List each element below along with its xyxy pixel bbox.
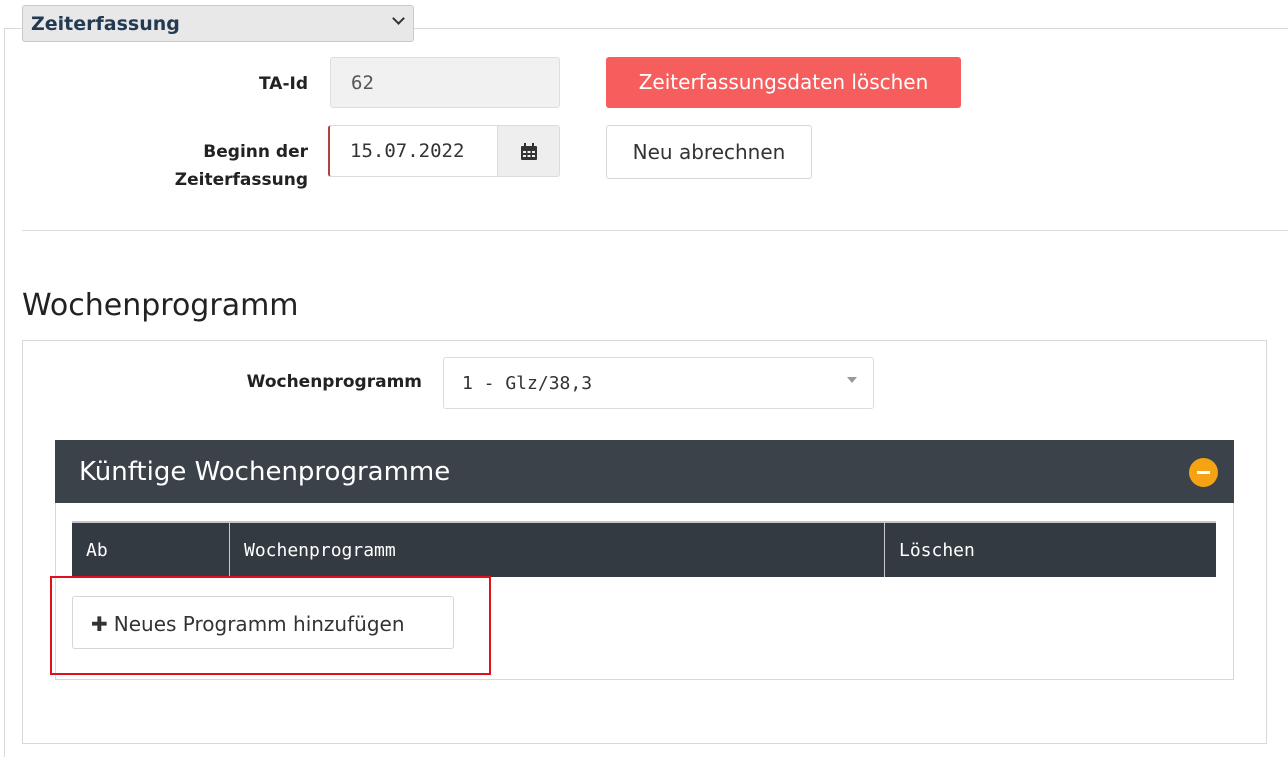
section-dropdown[interactable]: Zeiterfassung (22, 5, 414, 42)
add-program-label: Neues Programm hinzufügen (113, 612, 405, 636)
beginn-date-input[interactable]: 15.07.2022 (328, 125, 498, 177)
wochenprogramm-select[interactable]: 1 - Glz/38,3 (443, 357, 874, 409)
beginn-label: Beginn der Zeiterfassung (120, 138, 308, 194)
column-header-loeschen: Löschen (899, 540, 975, 561)
section-dropdown-label: Zeiterfassung (31, 13, 180, 35)
plus-icon: ✚ (91, 612, 108, 636)
beginn-label-line2: Zeiterfassung (174, 170, 308, 190)
dropdown-arrow-icon (847, 377, 857, 383)
panel-title: Künftige Wochenprogramme (79, 457, 451, 487)
wochenprogramm-heading: Wochenprogramm (22, 288, 299, 323)
divider (22, 230, 1288, 231)
calendar-icon (521, 143, 537, 160)
beginn-label-line1: Beginn der (203, 142, 308, 162)
minus-icon[interactable] (1189, 458, 1218, 487)
calendar-button[interactable] (498, 125, 560, 177)
wochenprogramm-field-label: Wochenprogramm (246, 372, 422, 392)
column-header-wochenprogramm: Wochenprogramm (230, 523, 885, 577)
add-program-button[interactable]: ✚ Neues Programm hinzufügen (72, 596, 454, 649)
chevron-down-icon (392, 12, 405, 25)
delete-timedata-button[interactable]: Zeiterfassungsdaten löschen (606, 57, 961, 108)
ta-id-label: TA-Id (259, 74, 308, 94)
wochenprogramm-selected: 1 - Glz/38,3 (462, 373, 593, 394)
ta-id-field: 62 (330, 57, 560, 108)
column-header-ab: Ab (72, 523, 230, 577)
recalculate-button[interactable]: Neu abrechnen (606, 125, 812, 179)
programs-table-header: Ab Wochenprogramm Löschen (72, 521, 1216, 577)
panel-header: Künftige Wochenprogramme (55, 440, 1234, 503)
